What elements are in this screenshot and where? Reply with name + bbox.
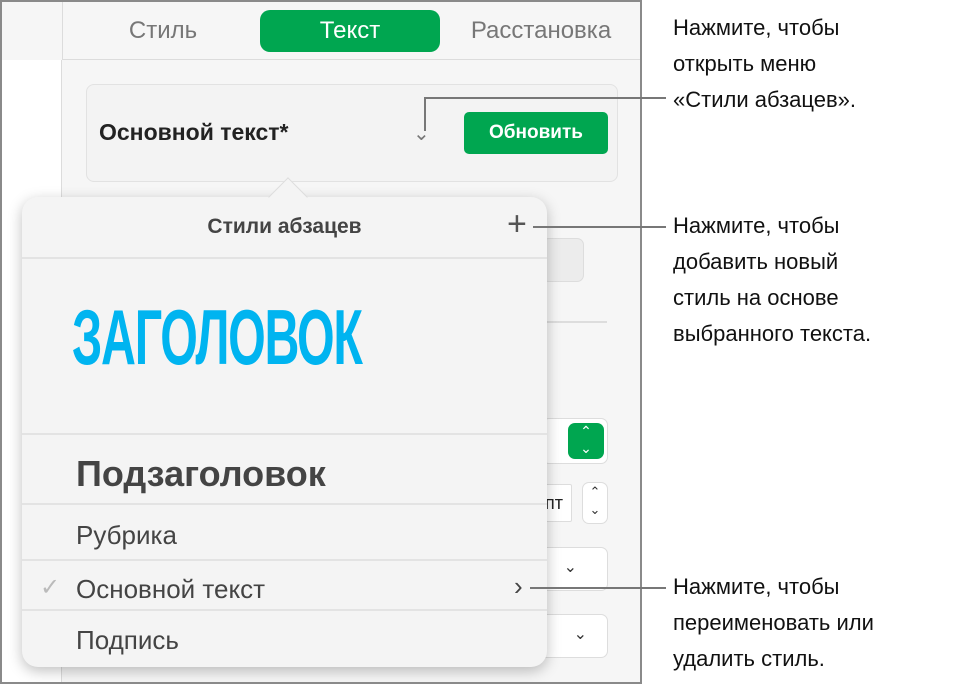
stepper-updown-icon[interactable]: ⌃ ⌄: [568, 423, 604, 459]
separator: [22, 609, 547, 611]
callout-line: открыть меню: [673, 51, 817, 76]
callout-line: стиль на основе: [673, 285, 839, 310]
callout-line: выбранного текста.: [673, 321, 872, 346]
popover-title: Стили абзацев: [207, 215, 362, 238]
checkmark-icon: ✓: [40, 574, 61, 601]
current-style-name: Основной текст*: [99, 119, 289, 145]
callout-line: Нажмите, чтобы: [673, 213, 840, 238]
leader-line: [424, 97, 426, 131]
leader-line: [530, 587, 666, 589]
separator: [22, 257, 547, 259]
callout-line: «Стили абзацев».: [673, 87, 857, 112]
popover-arrow: [268, 177, 308, 217]
leader-line: [424, 97, 666, 99]
add-style-plus-icon[interactable]: +: [507, 205, 527, 244]
font-size-stepper[interactable]: ⌃ ⌄: [582, 482, 608, 524]
inspector-window: Стиль Текст Расстановка Основной текст* …: [0, 0, 642, 684]
style-item-subheading[interactable]: Подзаголовок: [76, 453, 326, 495]
callout-rename-style: Нажмите, чтобы переименовать или удалить…: [673, 569, 874, 677]
callout-line: Нажмите, чтобы: [673, 574, 840, 599]
update-button[interactable]: Обновить: [464, 112, 608, 154]
separator: [22, 503, 547, 505]
tab-arrange[interactable]: Расстановка: [451, 10, 631, 52]
style-item-body[interactable]: Основной текст: [76, 574, 265, 605]
style-item-caption[interactable]: Подпись: [76, 625, 179, 656]
background-field: [542, 238, 584, 282]
leader-line: [533, 226, 666, 228]
tab-text[interactable]: Текст: [260, 10, 440, 52]
chevron-down-icon[interactable]: ⌄: [413, 121, 430, 146]
divider: [542, 321, 607, 323]
callout-style-menu: Нажмите, чтобы открыть меню «Стили абзац…: [673, 10, 856, 118]
callout-line: удалить стиль.: [673, 646, 825, 671]
callout-line: переименовать или: [673, 610, 874, 635]
separator: [22, 559, 547, 561]
callout-add-style: Нажмите, чтобы добавить новый стиль на о…: [673, 208, 871, 352]
separator: [22, 433, 547, 435]
style-item-rubric[interactable]: Рубрика: [76, 520, 177, 551]
callout-line: Нажмите, чтобы: [673, 15, 840, 40]
callout-line: добавить новый: [673, 249, 839, 274]
chevron-right-icon[interactable]: ›: [514, 571, 523, 602]
paragraph-styles-popover: Стили абзацев + ЗАГОЛОВОК Подзаголовок Р…: [22, 177, 547, 667]
tab-style[interactable]: Стиль: [103, 10, 223, 52]
tab-bar: Стиль Текст Расстановка: [62, 2, 640, 60]
style-item-heading[interactable]: ЗАГОЛОВОК: [72, 292, 363, 383]
